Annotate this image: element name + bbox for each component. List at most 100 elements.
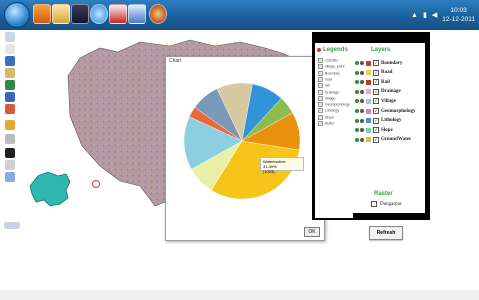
layer-row[interactable]: ✓ Village	[355, 97, 396, 105]
pie-chart-window[interactable]: Chart Waterbodies: 31.39% (1003) OK	[165, 56, 325, 241]
layer-label: Geomorphology	[381, 108, 416, 114]
globe-icon[interactable]	[5, 80, 15, 90]
layer-checkbox[interactable]: ✓	[373, 108, 379, 114]
layer-row[interactable]: ✓ Rail	[355, 78, 390, 86]
tooltip-line2: (1003)	[263, 169, 275, 174]
window-title: Chart	[169, 58, 182, 64]
pdf-reader-icon[interactable]	[109, 4, 127, 24]
select-tool-icon[interactable]	[5, 44, 15, 54]
folder-icon[interactable]	[52, 4, 70, 24]
layer-options-icon[interactable]	[360, 137, 364, 142]
layer-checkbox[interactable]: ✓	[373, 136, 379, 143]
layer-row[interactable]: ✓ Road	[355, 69, 392, 77]
raster-item[interactable]: Dungarpur	[370, 201, 402, 207]
network-icon[interactable]: ▮	[423, 11, 427, 19]
clock-time: 10:03	[450, 7, 467, 14]
layer-row[interactable]: ✓ Slope	[355, 126, 393, 134]
layer-visibility-icon[interactable]	[355, 70, 359, 75]
layer-color-swatch	[366, 89, 371, 95]
layer-row[interactable]: ✓ GroundWater	[355, 136, 411, 144]
layer-row[interactable]: ✓ Lithology	[355, 117, 402, 125]
layer-visibility-icon[interactable]	[355, 109, 359, 113]
legend-item: Buffer	[318, 121, 334, 126]
info-icon[interactable]	[5, 120, 15, 130]
layer-color-swatch	[366, 137, 371, 143]
layer-options-icon[interactable]	[360, 118, 364, 123]
print-icon[interactable]	[5, 134, 15, 144]
layer-label: GroundWater	[381, 137, 412, 143]
flag-icon[interactable]: ▲	[411, 12, 418, 19]
refresh-button[interactable]: Refresh	[369, 226, 403, 240]
layer-visibility-icon[interactable]	[355, 80, 359, 85]
layer-label: Village	[381, 98, 396, 104]
raster-checkbox[interactable]	[371, 201, 377, 207]
legend-item: village_point	[318, 64, 345, 70]
layer-checkbox[interactable]: ✓	[373, 127, 379, 134]
identify-icon[interactable]	[5, 104, 15, 114]
document-icon[interactable]	[128, 4, 146, 24]
legend-label: rail	[325, 83, 330, 88]
legend-item: Lithology	[318, 108, 339, 114]
layer-visibility-icon[interactable]	[355, 128, 359, 133]
layer-visibility-icon[interactable]	[355, 118, 359, 123]
layer-options-icon[interactable]	[360, 61, 364, 65]
measure-tool-icon[interactable]	[5, 56, 15, 66]
tooltip-line1: Waterbodies: 31.39%	[263, 159, 287, 169]
layer-label: Lithology	[381, 118, 402, 124]
legend-swatch	[318, 108, 323, 114]
legend-swatch	[318, 114, 323, 120]
layer-row[interactable]: ✓ Geomorphology	[355, 107, 415, 115]
legend-swatch	[318, 89, 323, 95]
clock[interactable]: 10:03 12-12-2011	[442, 6, 475, 24]
game-icon[interactable]	[149, 4, 167, 24]
layer-checkbox[interactable]: ✓	[373, 69, 379, 76]
legend-item: Slope	[318, 114, 334, 120]
layer-visibility-icon[interactable]	[355, 89, 359, 94]
layer-options-icon[interactable]	[360, 128, 364, 133]
ok-button[interactable]: OK	[304, 227, 320, 237]
settings-icon[interactable]	[5, 160, 15, 170]
layer-checkbox[interactable]: ✓	[373, 88, 379, 95]
legend-label: Drainage	[325, 89, 340, 94]
layer-checkbox[interactable]: ✓	[373, 98, 379, 105]
volume-icon[interactable]: ◀	[432, 11, 437, 19]
legend-label: cl Buffer	[325, 58, 338, 63]
pie-tooltip: Waterbodies: 31.39% (1003)	[260, 157, 304, 174]
layer-row[interactable]: ✓ Drainage	[355, 88, 401, 96]
media-player-icon[interactable]	[33, 4, 51, 24]
pan-tool-icon[interactable]	[5, 32, 15, 42]
legend-item: Village	[318, 95, 335, 101]
camera-icon[interactable]	[5, 148, 15, 158]
layer-checkbox[interactable]: ✓	[373, 60, 379, 66]
app-fx-icon[interactable]	[71, 4, 89, 24]
layer-visibility-icon[interactable]	[355, 61, 359, 65]
layer-color-swatch	[366, 127, 371, 133]
legend-label: village_point	[325, 64, 345, 69]
layer-visibility-icon[interactable]	[355, 99, 359, 104]
pencil-icon[interactable]	[5, 172, 15, 182]
layer-color-swatch	[366, 98, 371, 104]
zoom-extent-icon[interactable]	[5, 92, 15, 102]
layer-color-swatch	[366, 70, 371, 76]
layer-options-icon[interactable]	[360, 109, 364, 113]
layer-options-icon[interactable]	[360, 80, 364, 85]
layer-checkbox[interactable]: ✓	[373, 117, 379, 124]
layer-options-icon[interactable]	[360, 70, 364, 75]
pie-chart	[183, 82, 301, 200]
layer-row[interactable]: ✓ Boundary	[355, 59, 402, 67]
layer-options-icon[interactable]	[360, 89, 364, 94]
scale-control[interactable]	[4, 222, 20, 229]
layer-label: Boundary	[381, 60, 403, 66]
browser-icon[interactable]	[90, 4, 108, 24]
legend-label: Geomorphology	[325, 102, 350, 107]
legend-label: Slope	[325, 115, 334, 120]
legend-swatch	[318, 121, 323, 126]
raster-label: Dungarpur	[380, 201, 402, 207]
draw-tool-icon[interactable]	[5, 68, 15, 78]
layer-options-icon[interactable]	[360, 99, 364, 104]
legend-swatch	[318, 76, 323, 82]
layer-visibility-icon[interactable]	[355, 137, 359, 142]
start-button[interactable]	[4, 2, 30, 28]
legend-swatch	[318, 83, 323, 89]
layer-checkbox[interactable]: ✓	[373, 79, 379, 86]
